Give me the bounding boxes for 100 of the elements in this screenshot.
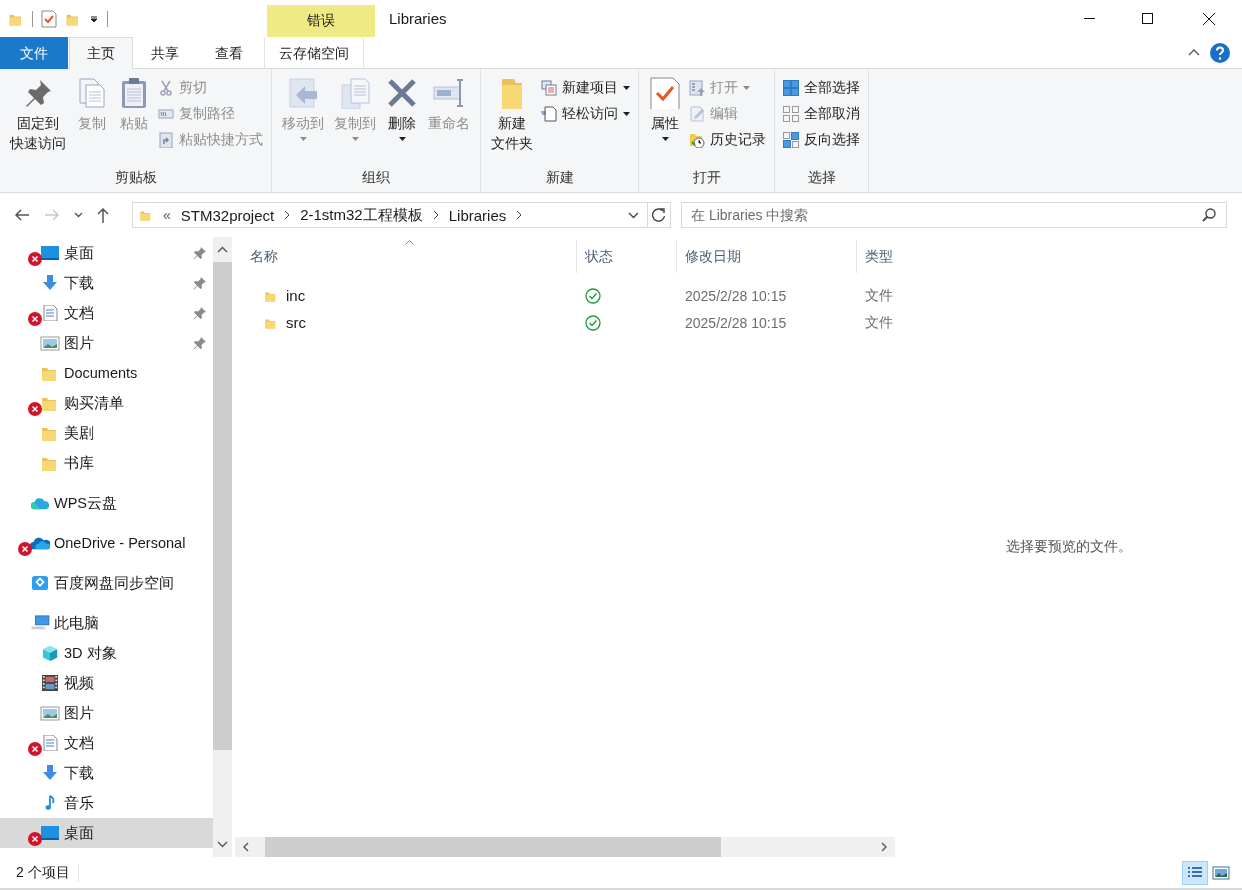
modified-date: 2025/2/28 10:15 bbox=[685, 314, 787, 331]
column-header[interactable]: 状态 bbox=[577, 240, 677, 273]
search-field[interactable]: 在 Libraries 中搜索 bbox=[681, 202, 1227, 228]
file-name: src bbox=[286, 314, 306, 331]
ribbon-group-label: 新建 bbox=[544, 168, 575, 187]
breadcrumb-item[interactable]: 2-1stm32工程模板 bbox=[300, 205, 423, 225]
nav-item[interactable]: 音乐 bbox=[0, 788, 213, 818]
chevron-icon[interactable] bbox=[284, 210, 291, 220]
refresh-icon[interactable] bbox=[652, 208, 666, 222]
scroll-thumb[interactable] bbox=[213, 262, 232, 750]
nav-item[interactable]: Documents bbox=[0, 358, 213, 388]
nav-item[interactable]: WPS云盘 bbox=[0, 488, 213, 518]
file-type: 文件 bbox=[865, 286, 893, 305]
ribbon-button[interactable]: 全部选择 bbox=[781, 76, 862, 100]
details-view-button[interactable] bbox=[1182, 860, 1208, 885]
pin-icon[interactable] bbox=[193, 306, 207, 320]
scrollbar[interactable] bbox=[235, 837, 895, 857]
properties-icon bbox=[649, 77, 681, 109]
breadcrumb-item[interactable]: Libraries bbox=[448, 206, 507, 224]
scrollbar[interactable] bbox=[213, 237, 232, 857]
monitor-icon bbox=[40, 825, 60, 841]
ribbon-group-label: 选择 bbox=[806, 168, 837, 187]
nav-item[interactable]: 购买清单 bbox=[0, 388, 213, 418]
document-icon bbox=[40, 305, 60, 321]
ribbon-group-label: 剪贴板 bbox=[113, 168, 158, 187]
ribbon-button[interactable]: 删除 bbox=[382, 73, 422, 168]
file-row[interactable]: inc 2025/2/28 10:15 文件 bbox=[235, 282, 895, 309]
modified-date: 2025/2/28 10:15 bbox=[685, 287, 787, 304]
nav-item[interactable]: 桌面 bbox=[0, 238, 213, 268]
picture-icon bbox=[40, 335, 60, 351]
nav-item[interactable]: 书库 bbox=[0, 448, 213, 478]
properties-icon[interactable] bbox=[41, 9, 57, 28]
recent-locations-icon[interactable] bbox=[74, 212, 83, 218]
ribbon-group-label: 打开 bbox=[691, 168, 722, 187]
nav-item[interactable]: 视频 bbox=[0, 668, 213, 698]
up-icon[interactable] bbox=[97, 207, 109, 223]
pin-icon[interactable] bbox=[193, 336, 207, 350]
address-bar[interactable]: « STM32project 2-1stm32工程模板 Libraries bbox=[132, 202, 671, 228]
ribbon-button[interactable]: 新建项目 bbox=[539, 76, 632, 100]
close-icon bbox=[1203, 12, 1215, 25]
shortcut-icon bbox=[158, 132, 174, 148]
move-icon bbox=[287, 77, 319, 109]
column-header[interactable]: 类型 bbox=[857, 240, 895, 273]
nav-item[interactable]: 文档 bbox=[0, 728, 213, 758]
ribbon-button[interactable]: 固定到 快速访问 bbox=[6, 73, 70, 168]
preview-message: 选择要预览的文件。 bbox=[1005, 538, 1132, 556]
chevron-icon[interactable] bbox=[516, 210, 523, 220]
nav-item[interactable]: 下载 bbox=[0, 268, 213, 298]
ribbon-button[interactable]: 全部取消 bbox=[781, 102, 862, 126]
delete-icon bbox=[386, 77, 418, 109]
breadcrumb-item[interactable]: STM32project bbox=[180, 206, 275, 224]
file-name: inc bbox=[286, 287, 306, 304]
scroll-thumb[interactable] bbox=[265, 837, 721, 857]
monitor-icon bbox=[40, 245, 60, 261]
pin-icon[interactable] bbox=[193, 276, 207, 290]
chevron-icon[interactable] bbox=[432, 210, 439, 220]
picture-icon bbox=[40, 705, 60, 721]
window-title: Libraries bbox=[388, 9, 447, 29]
nav-item[interactable]: 桌面 bbox=[0, 818, 213, 848]
large-icons-view-icon bbox=[1212, 864, 1230, 881]
column-header[interactable]: 名称 bbox=[235, 240, 577, 273]
scissors-icon bbox=[158, 80, 174, 96]
select-all-icon bbox=[783, 80, 799, 96]
nav-item[interactable]: 下载 bbox=[0, 758, 213, 788]
overflow-icon[interactable]: « bbox=[163, 207, 171, 223]
column-header[interactable]: 修改日期 bbox=[677, 240, 857, 273]
ribbon-button[interactable]: 属性 bbox=[645, 73, 685, 168]
document-icon bbox=[40, 735, 60, 751]
nav-item[interactable]: 图片 bbox=[0, 328, 213, 358]
ribbon-button[interactable]: 历史记录 bbox=[687, 128, 768, 152]
ribbon-button[interactable]: 新建 文件夹 bbox=[487, 73, 537, 168]
nav-item[interactable]: 3D 对象 bbox=[0, 638, 213, 668]
invert-selection-icon bbox=[783, 132, 799, 148]
nav-item[interactable]: 此电脑 bbox=[0, 608, 213, 638]
ribbon-tab[interactable]: 查看 bbox=[197, 37, 261, 69]
help-icon[interactable] bbox=[1210, 42, 1230, 63]
ribbon-tab[interactable]: 文件 bbox=[0, 37, 68, 69]
cloud-drive-icon bbox=[30, 575, 50, 591]
file-type: 文件 bbox=[865, 313, 893, 332]
pin-icon[interactable] bbox=[193, 246, 207, 260]
dropdown-icon[interactable] bbox=[628, 211, 639, 219]
collapse-ribbon-icon[interactable] bbox=[1188, 49, 1200, 56]
context-tab-header: 错误 bbox=[267, 5, 375, 37]
nav-item[interactable]: 美剧 bbox=[0, 418, 213, 448]
nav-item[interactable]: 图片 bbox=[0, 698, 213, 728]
nav-item[interactable]: 文档 bbox=[0, 298, 213, 328]
ribbon-tab[interactable]: 主页 bbox=[69, 37, 133, 69]
file-row[interactable]: src 2025/2/28 10:15 文件 bbox=[235, 309, 895, 336]
scroll-left-icon[interactable] bbox=[243, 842, 249, 852]
dropdown-icon[interactable] bbox=[89, 13, 99, 24]
ribbon-button[interactable]: 轻松访问 bbox=[539, 102, 632, 126]
nav-item[interactable]: OneDrive - Personal bbox=[0, 528, 213, 558]
path-icon bbox=[158, 106, 174, 122]
nav-item[interactable]: 百度网盘同步空间 bbox=[0, 568, 213, 598]
maximize-icon bbox=[1141, 13, 1153, 24]
cube-icon bbox=[40, 645, 60, 661]
ribbon-tab[interactable]: 共享 bbox=[133, 37, 197, 69]
back-icon[interactable] bbox=[14, 209, 30, 221]
ribbon-button[interactable]: 反向选择 bbox=[781, 128, 862, 152]
scroll-right-icon[interactable] bbox=[881, 842, 887, 852]
